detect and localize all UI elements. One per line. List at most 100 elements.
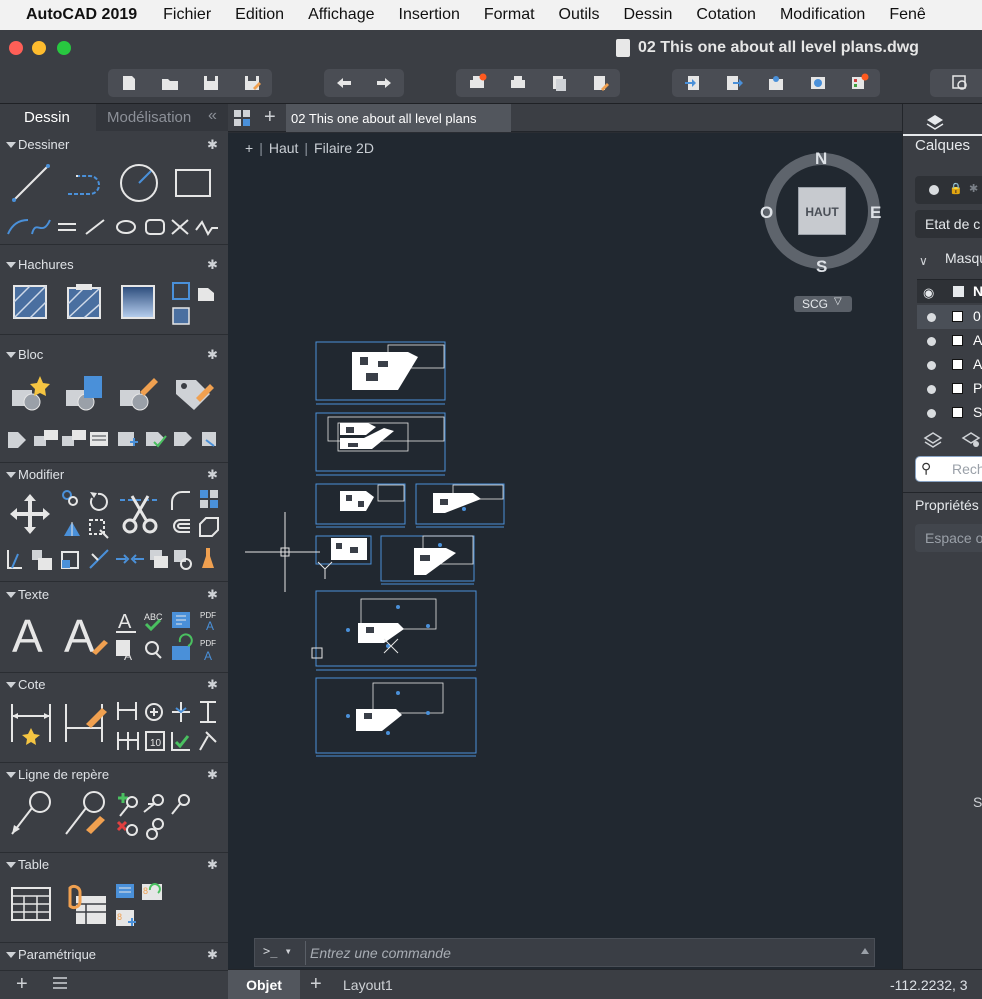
circle-tool-button[interactable] <box>118 162 160 204</box>
command-history-button[interactable]: >_ ▾ <box>263 944 292 958</box>
modify-tools-column-1[interactable] <box>60 488 112 540</box>
layers-stack-icon[interactable] <box>925 112 945 130</box>
menu-modification[interactable]: Modification <box>768 6 877 24</box>
leader-small-tools[interactable] <box>114 790 198 842</box>
section-table-header[interactable]: Table ✱ <box>0 857 228 875</box>
modify-tools-column-2[interactable] <box>168 488 220 540</box>
export-button[interactable] <box>719 71 749 95</box>
menu-fichier[interactable]: Fichier <box>151 6 223 24</box>
layer-row[interactable]: P <box>917 377 982 401</box>
zoom-window-button[interactable] <box>57 41 71 55</box>
block-small-tools-row[interactable] <box>6 426 222 450</box>
share-drawing-button[interactable] <box>761 71 791 95</box>
dimension-tool-button[interactable] <box>8 700 54 746</box>
gear-icon[interactable]: ✱ <box>207 587 218 603</box>
dimension-small-tools[interactable]: 10 <box>114 698 222 754</box>
new-drawing-tab-plus-icon[interactable]: + <box>264 106 276 129</box>
drawing-canvas[interactable]: + | Haut | Filaire 2D N S E O HAUT SCG ▽ <box>228 133 902 969</box>
menu-affichage[interactable]: Affichage <box>296 6 386 24</box>
publish-button[interactable] <box>544 71 574 95</box>
layer-row[interactable]: A <box>917 329 982 353</box>
hatch-tool-button[interactable] <box>10 282 50 322</box>
section-parametrique-header[interactable]: Paramétrique ✱ <box>0 947 228 965</box>
text-style-button[interactable]: A <box>62 608 110 658</box>
data-link-button[interactable] <box>62 882 110 928</box>
active-document-tab[interactable]: 02 This one about all level plans <box>286 104 511 132</box>
add-tool-plus-icon[interactable]: + <box>16 973 28 996</box>
close-window-button[interactable] <box>9 41 23 55</box>
layer-on-dot-icon[interactable] <box>927 385 936 394</box>
modify-small-tools-row[interactable] <box>4 546 222 572</box>
insert-block-button[interactable] <box>64 372 106 414</box>
add-layout-plus-icon[interactable]: + <box>310 973 322 996</box>
layer-on-dot-icon[interactable] <box>927 361 936 370</box>
new-layer-icon[interactable] <box>923 430 943 448</box>
layer-color-swatch[interactable] <box>952 407 963 418</box>
section-texte-header[interactable]: Texte ✱ <box>0 587 228 605</box>
layer-on-dot-icon[interactable] <box>927 313 936 322</box>
multileader-style-button[interactable] <box>62 790 110 838</box>
multiline-text-button[interactable]: A <box>10 608 54 658</box>
layer-state-dropdown[interactable]: Etat de c <box>915 210 982 238</box>
eye-icon[interactable]: ◉ <box>923 285 934 301</box>
edit-block-button[interactable] <box>118 372 160 414</box>
drawing-grid-icon[interactable] <box>234 110 250 126</box>
drawing-geometry[interactable] <box>228 133 902 969</box>
section-ligne-header[interactable]: Ligne de repère ✱ <box>0 767 228 785</box>
tab-layout1[interactable]: Layout1 <box>343 977 393 993</box>
name-column-header[interactable]: N <box>973 283 982 299</box>
section-cote-header[interactable]: Cote ✱ <box>0 677 228 695</box>
menu-dessin[interactable]: Dessin <box>611 6 684 24</box>
gear-icon[interactable]: ✱ <box>207 257 218 273</box>
gear-icon[interactable]: ✱ <box>207 467 218 483</box>
menu-insertion[interactable]: Insertion <box>387 6 472 24</box>
section-bloc-header[interactable]: Bloc ✱ <box>0 347 228 365</box>
menu-cotation[interactable]: Cotation <box>684 6 768 24</box>
save-button[interactable] <box>196 71 226 95</box>
create-block-button[interactable] <box>10 372 52 414</box>
layer-search-field[interactable]: ⚲ Rech <box>915 456 982 482</box>
gear-icon[interactable]: ✱ <box>207 947 218 963</box>
open-file-button[interactable] <box>155 71 185 95</box>
command-input[interactable] <box>305 941 845 965</box>
proprietes-title[interactable]: Propriétés <box>915 497 979 513</box>
tab-modelisation[interactable]: Modélisation <box>107 109 191 126</box>
section-modifier-header[interactable]: Modifier ✱ <box>0 467 228 485</box>
page-setup-button[interactable] <box>585 71 615 95</box>
import-button[interactable] <box>678 71 708 95</box>
layer-tools-button[interactable] <box>844 71 874 95</box>
gear-icon[interactable]: ✱ <box>207 137 218 153</box>
move-tool-button[interactable] <box>8 492 52 536</box>
draw-small-tools-row[interactable] <box>6 216 222 238</box>
layer-color-swatch[interactable] <box>952 383 963 394</box>
table-small-tools[interactable]: 88 <box>114 882 168 932</box>
trim-tool-button[interactable] <box>118 492 162 536</box>
layer-on-dot-icon[interactable] <box>927 409 936 418</box>
layer-row[interactable]: 0 <box>917 305 982 329</box>
menu-outils[interactable]: Outils <box>547 6 612 24</box>
gradient-tool-button[interactable] <box>118 282 158 322</box>
save-as-button[interactable] <box>237 71 267 95</box>
palette-menu-icon[interactable] <box>52 976 68 990</box>
calques-title[interactable]: Calques <box>915 137 970 154</box>
layer-row[interactable]: A <box>917 353 982 377</box>
layer-color-swatch[interactable] <box>952 359 963 370</box>
gear-icon[interactable]: ✱ <box>207 857 218 873</box>
layer-color-swatch[interactable] <box>952 335 963 346</box>
plot-button[interactable] <box>462 71 492 95</box>
dimension-style-button[interactable] <box>62 700 110 746</box>
multileader-button[interactable] <box>8 790 54 838</box>
layer-color-swatch[interactable] <box>952 311 963 322</box>
batch-plot-button[interactable] <box>503 71 533 95</box>
boundary-tools-button[interactable] <box>170 280 218 328</box>
undo-button[interactable] <box>329 71 359 95</box>
gear-icon[interactable]: ✱ <box>207 347 218 363</box>
line-tool-button[interactable] <box>10 162 52 204</box>
menu-fenetre[interactable]: Fenê <box>877 6 937 24</box>
collapse-palette-button[interactable]: « <box>208 107 217 125</box>
redo-button[interactable] <box>369 71 399 95</box>
rectangle-tool-button[interactable] <box>172 162 214 204</box>
hatch-edit-button[interactable] <box>64 282 104 322</box>
layer-settings-icon[interactable] <box>961 430 981 448</box>
web-publish-button[interactable] <box>803 71 833 95</box>
